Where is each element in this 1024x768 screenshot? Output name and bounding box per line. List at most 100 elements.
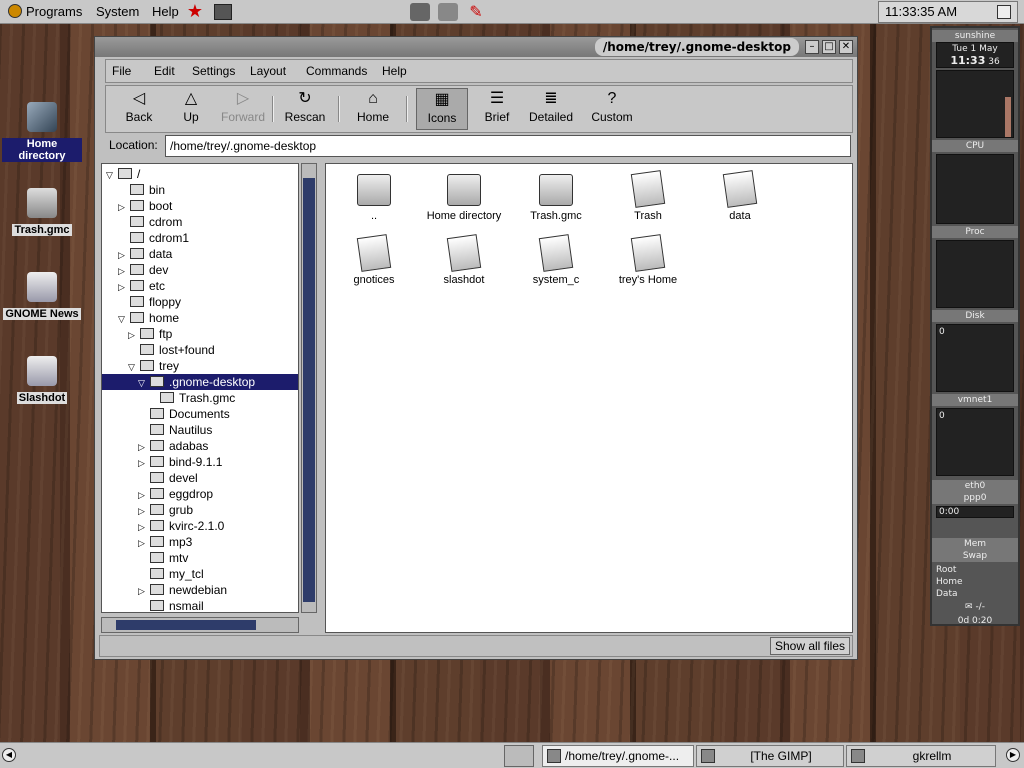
terminal-icon[interactable] [214, 4, 232, 20]
scroll-left-arrow-icon[interactable]: ◀ [2, 748, 16, 762]
file-item-parent[interactable]: .. [332, 168, 416, 228]
menu-layout[interactable]: Layout [250, 62, 286, 80]
tree-item-bind[interactable]: ▷ bind-9.1.1 [138, 454, 222, 470]
tree-item-eggdrop[interactable]: ▷ eggdrop [138, 486, 213, 502]
tree-item-my-tcl[interactable]: my_tcl [150, 566, 204, 582]
menu-edit[interactable]: Edit [154, 62, 175, 80]
tree-item-data[interactable]: ▷ data [118, 246, 172, 262]
help-menu[interactable]: Help [148, 2, 183, 22]
task-gimp[interactable]: [The GIMP] [696, 745, 844, 767]
tree-item-mp3[interactable]: ▷ mp3 [138, 534, 192, 550]
tree-item-dev[interactable]: ▷ dev [118, 262, 168, 278]
mail-icon[interactable]: ✉ [965, 602, 973, 612]
tree-item-root[interactable]: ▽ / [106, 166, 140, 182]
rescan-button[interactable]: ↻ Rescan [278, 88, 332, 130]
location-input[interactable]: /home/trey/.gnome-desktop [165, 135, 851, 157]
pager-icon[interactable] [504, 745, 534, 767]
collapsed-arrow-icon[interactable]: ▷ [118, 279, 128, 295]
scrollbar-thumb[interactable] [303, 178, 315, 602]
file-item-system-c[interactable]: system_c [514, 232, 598, 292]
tree-item-bin[interactable]: bin [130, 182, 165, 198]
tree-item-documents[interactable]: Documents [150, 406, 230, 422]
collapsed-arrow-icon[interactable]: ▷ [118, 263, 128, 279]
tree-item-cdrom1[interactable]: cdrom1 [130, 230, 189, 246]
detailed-view-button[interactable]: ≣ Detailed [520, 88, 582, 130]
tree-horizontal-scrollbar[interactable] [101, 617, 299, 633]
expanded-arrow-icon[interactable]: ▽ [118, 311, 128, 327]
tree-item-floppy[interactable]: floppy [130, 294, 181, 310]
scrollbar-thumb[interactable] [116, 620, 256, 630]
tree-item-adabas[interactable]: ▷ adabas [138, 438, 208, 454]
tree-item-trash-gmc[interactable]: Trash.gmc [160, 390, 235, 406]
file-item-gnotices[interactable]: gnotices [332, 232, 416, 292]
expanded-arrow-icon[interactable]: ▽ [106, 167, 116, 183]
system-menu[interactable]: System [92, 2, 143, 22]
close-button[interactable]: ✕ [839, 40, 853, 54]
home-button[interactable]: ⌂ Home [346, 88, 400, 130]
tree-item-grub[interactable]: ▷ grub [138, 502, 193, 518]
task-file-manager[interactable]: /home/trey/.gnome-... [542, 745, 694, 767]
tree-item-boot[interactable]: ▷ boot [118, 198, 172, 214]
tree-item-trey[interactable]: ▽ trey [128, 358, 179, 374]
desktop-icon-slashdot[interactable]: Slashdot [2, 356, 82, 404]
menu-help[interactable]: Help [382, 62, 407, 80]
forward-button[interactable]: ▷ Forward [216, 88, 270, 130]
tree-item-devel[interactable]: devel [150, 470, 198, 486]
tree-item-kvirc[interactable]: ▷ kvirc-2.1.0 [138, 518, 224, 534]
tree-item-cdrom[interactable]: cdrom [130, 214, 182, 230]
collapsed-arrow-icon[interactable]: ▷ [138, 503, 148, 519]
tree-item-nsmail[interactable]: nsmail [150, 598, 204, 612]
collapsed-arrow-icon[interactable]: ▷ [138, 455, 148, 471]
show-all-files-button[interactable]: Show all files [769, 637, 850, 655]
pager-icon[interactable] [997, 5, 1011, 19]
window-titlebar[interactable]: /home/trey/.gnome-desktop – □ ✕ [95, 37, 857, 57]
menu-file[interactable]: File [112, 62, 131, 80]
minimize-button[interactable]: – [805, 40, 819, 54]
file-item-home-directory[interactable]: Home directory [422, 168, 506, 228]
tree-item-home[interactable]: ▽ home [118, 310, 179, 326]
collapsed-arrow-icon[interactable]: ▷ [118, 247, 128, 263]
menu-settings[interactable]: Settings [192, 62, 235, 80]
icons-view-button[interactable]: ▦ Icons [416, 88, 468, 130]
window-title: /home/trey/.gnome-desktop [594, 38, 799, 56]
launcher-icon-2[interactable] [438, 3, 458, 21]
scroll-right-arrow-icon[interactable]: ▶ [1006, 748, 1020, 762]
file-item-trash-gmc[interactable]: Trash.gmc [514, 168, 598, 228]
collapsed-arrow-icon[interactable]: ▷ [138, 487, 148, 503]
tree-item-nautilus[interactable]: Nautilus [150, 422, 212, 438]
file-item-slashdot[interactable]: slashdot [422, 232, 506, 292]
expanded-arrow-icon[interactable]: ▽ [128, 359, 138, 375]
tree-item-etc[interactable]: ▷ etc [118, 278, 165, 294]
tree-vertical-scrollbar[interactable] [301, 163, 317, 613]
up-button[interactable]: △ Up [164, 88, 218, 130]
tree-item-ftp[interactable]: ▷ ftp [128, 326, 172, 342]
programs-menu[interactable]: Programs [4, 2, 86, 22]
expanded-arrow-icon[interactable]: ▽ [138, 375, 148, 391]
tree-item-gnome-desktop[interactable]: ▽ .gnome-desktop [102, 374, 298, 390]
collapsed-arrow-icon[interactable]: ▷ [138, 439, 148, 455]
file-item-data[interactable]: data [698, 168, 782, 228]
maximize-button[interactable]: □ [822, 40, 836, 54]
panel-clock[interactable]: 11:33:35 AM [878, 1, 1018, 23]
tree-item-mtv[interactable]: mtv [150, 550, 188, 566]
collapsed-arrow-icon[interactable]: ▷ [118, 199, 128, 215]
file-item-treys-home[interactable]: trey's Home [606, 232, 690, 292]
launcher-icon-3[interactable]: ✎ [466, 3, 486, 21]
brief-view-button[interactable]: ☰ Brief [470, 88, 524, 130]
collapsed-arrow-icon[interactable]: ▷ [138, 519, 148, 535]
collapsed-arrow-icon[interactable]: ▷ [138, 535, 148, 551]
task-gkrellm[interactable]: gkrellm [846, 745, 996, 767]
back-button[interactable]: ◁ Back [112, 88, 166, 130]
desktop-icon-home[interactable]: Home directory [2, 102, 82, 162]
star-icon[interactable]: ★ [184, 2, 206, 22]
custom-view-button[interactable]: ? Custom [582, 88, 642, 130]
desktop-icon-gnome-news[interactable]: GNOME News [2, 272, 82, 320]
file-item-trash[interactable]: Trash [606, 168, 690, 228]
collapsed-arrow-icon[interactable]: ▷ [138, 583, 148, 599]
collapsed-arrow-icon[interactable]: ▷ [128, 327, 138, 343]
launcher-icon-1[interactable] [410, 3, 430, 21]
menu-commands[interactable]: Commands [306, 62, 367, 80]
tree-item-newdebian[interactable]: ▷ newdebian [138, 582, 227, 598]
desktop-icon-trash[interactable]: Trash.gmc [2, 188, 82, 236]
tree-item-lost-found[interactable]: lost+found [140, 342, 215, 358]
